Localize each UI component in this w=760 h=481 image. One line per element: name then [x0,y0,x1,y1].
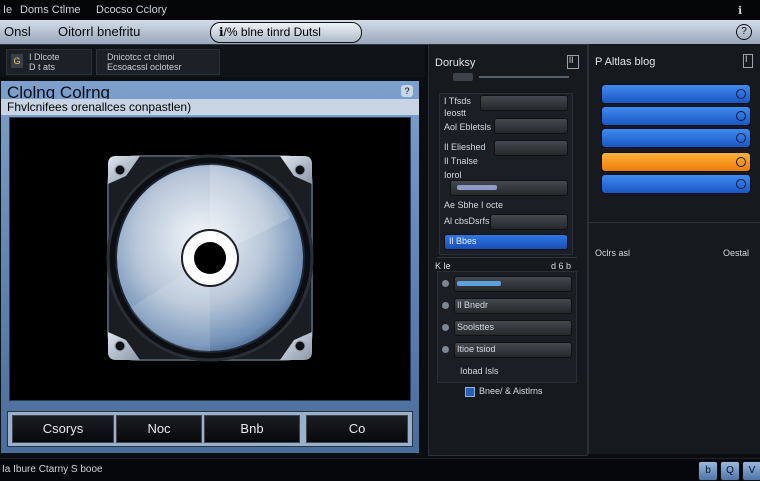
setting2-bar-2[interactable]: Il Bnedr [454,298,572,314]
row-dot-3 [442,324,449,331]
setting-label-3: Aol Ebletsls [444,122,492,132]
window-title-part-2: Dcocso Cclory [96,4,167,16]
setting-bar-3[interactable] [494,118,568,134]
status-button-3[interactable]: V [742,461,760,481]
swatch-knob-1 [736,89,746,99]
setting-label-1: I Tfsds [444,96,471,106]
setting-label-7: Ae Sbhe I octe [444,200,504,210]
swatch-panel-pin-icon[interactable]: I [743,54,753,68]
menu-item-1[interactable]: Onsl [4,24,31,39]
setting2-bar-1-fill [457,281,501,286]
toolbar-group-1-line-1: I Dlcote [29,52,60,62]
main-action-bar: Csorys Noc Bnb Co [7,411,413,447]
toolbar: G I Dlcote D t ats Dnicotcc ct clmoi Ecs… [0,45,425,77]
setting2-bar-4[interactable]: Itioe tsiod [454,342,572,358]
swatch-panel-separator [589,222,760,223]
setting-bar-1[interactable] [480,95,568,111]
preview-viewport[interactable] [9,117,411,401]
status-bar: Ia Ibure Ctarny S booe b Q V [0,458,760,481]
main-panel-subtitle: Fhvlcnifees orenallces conpastlen) [7,100,192,114]
setting-label-9: Il Bbes [449,236,477,246]
swatch-bar-1[interactable] [601,84,751,104]
swatch-footer-left: Oclrs asl [595,248,631,258]
setting2-label-4: Itioe tsiod [457,344,496,354]
menu-bar: Onsl Oitorrl bnefritu [0,20,760,45]
setting-bar-active[interactable]: Il Bbes [444,234,568,250]
swatch-bar-2[interactable] [601,106,751,126]
status-button-2[interactable]: Q [720,461,740,481]
menu-pill-label: ℹ/% blne tinrd Dutsl [219,25,321,39]
setting2-bar-3[interactable]: Soolsttes [454,320,572,336]
swatch-bar-5[interactable] [601,174,751,194]
main-panel: Clolng Colrng ? Fhvlcnifees orenallces c… [0,80,420,454]
swatch-footer-right: Oestal [723,248,750,258]
section-2-right-label: d 6 b [551,261,572,271]
disc-fan-illustration [106,154,314,362]
main-panel-subtitle-bar: Fhvlcnifees orenallces conpastlen) [1,99,419,115]
toolbar-group-1-line-2: D t ats [29,62,56,72]
option-checkbox-label: Bnee/ & Aistlrns [479,386,543,396]
swatch-panel-pin-glyph: I [745,54,748,64]
panel-pin-icon[interactable]: lI [567,55,579,69]
panel-separator [437,257,577,258]
help-icon[interactable]: ? [736,24,752,40]
setting-bar-8[interactable] [490,214,568,230]
action-button-3[interactable]: Bnb [204,415,300,443]
panel-badge [453,73,473,81]
setting-label-4: Il Elieshed [444,142,486,152]
setting2-bar-1[interactable] [454,276,572,292]
action-button-4[interactable]: Co [306,415,408,443]
row-dot-1 [442,280,449,287]
setting2-label-3: Soolsttes [457,322,495,332]
window-close-icon[interactable]: ℹ [738,4,742,17]
toolbar-group-2-line-1: Dnicotcc ct clmoi [107,52,175,62]
section-2-left-label: K le [435,261,451,271]
settings-list: I Tfsds Ieostt Aol Ebletsls Il Elieshed … [439,93,573,255]
action-button-1[interactable]: Csorys [12,415,114,443]
swatch-knob-3 [736,133,746,143]
app-icon-label: Ie [3,4,13,16]
swatch-bar-3[interactable] [601,128,751,148]
toolbar-group-icon: G [11,54,23,68]
setting-bar-6[interactable] [450,180,568,196]
settings-list-2-footer: Iobad Isls [460,366,499,376]
properties-panel: Doruksy lI I Tfsds Ieostt Aol Ebletsls I… [428,44,588,456]
menu-search-pill[interactable]: ℹ/% blne tinrd Dutsl [210,22,362,43]
settings-list-2: Il Bnedr Soolsttes Itioe tsiod Iobad Isl… [437,271,577,383]
swatch-panel: P Altlas blog I Oclrs asl Oestal [588,44,760,454]
panel-slider-track[interactable] [479,76,569,78]
title-bar: Ie Doms Ctlme Dcocso Cclory ℹ [0,0,760,21]
setting-label-8: Al cbsDsrfs [444,216,490,226]
swatch-bar-4[interactable] [601,152,751,172]
menu-item-2[interactable]: Oitorrl bnefritu [58,24,140,39]
toolbar-group-2-line-2: Ecsoacssl oclotesr [107,62,182,72]
swatch-panel-title: P Altlas blog [595,56,656,68]
row-dot-4 [442,346,449,353]
swatch-knob-4 [736,157,746,167]
panel-pin-glyph: lI [569,55,574,65]
setting2-label-2: Il Bnedr [457,300,489,310]
swatch-knob-2 [736,111,746,121]
toolbar-group-1[interactable]: G I Dlcote D t ats [6,49,92,75]
window-title-part-1: Doms Ctlme [20,4,81,16]
row-dot-2 [442,302,449,309]
setting-label-2: Ieostt [444,108,467,118]
setting-label-5: Il Tnalse [444,156,478,166]
status-button-1[interactable]: b [698,461,718,481]
setting-label-6: Iorol [444,170,462,180]
status-text: Ia Ibure Ctarny S booe [2,464,103,475]
properties-panel-title: Doruksy [435,57,476,69]
option-checkbox[interactable] [465,387,475,397]
toolbar-group-2[interactable]: Dnicotcc ct clmoi Ecsoacssl oclotesr [96,49,220,75]
setting-bar-6-fill [457,185,497,190]
main-panel-help-icon[interactable]: ? [401,85,413,97]
swatch-knob-5 [736,179,746,189]
setting-bar-4[interactable] [494,140,568,156]
action-button-2[interactable]: Noc [116,415,202,443]
